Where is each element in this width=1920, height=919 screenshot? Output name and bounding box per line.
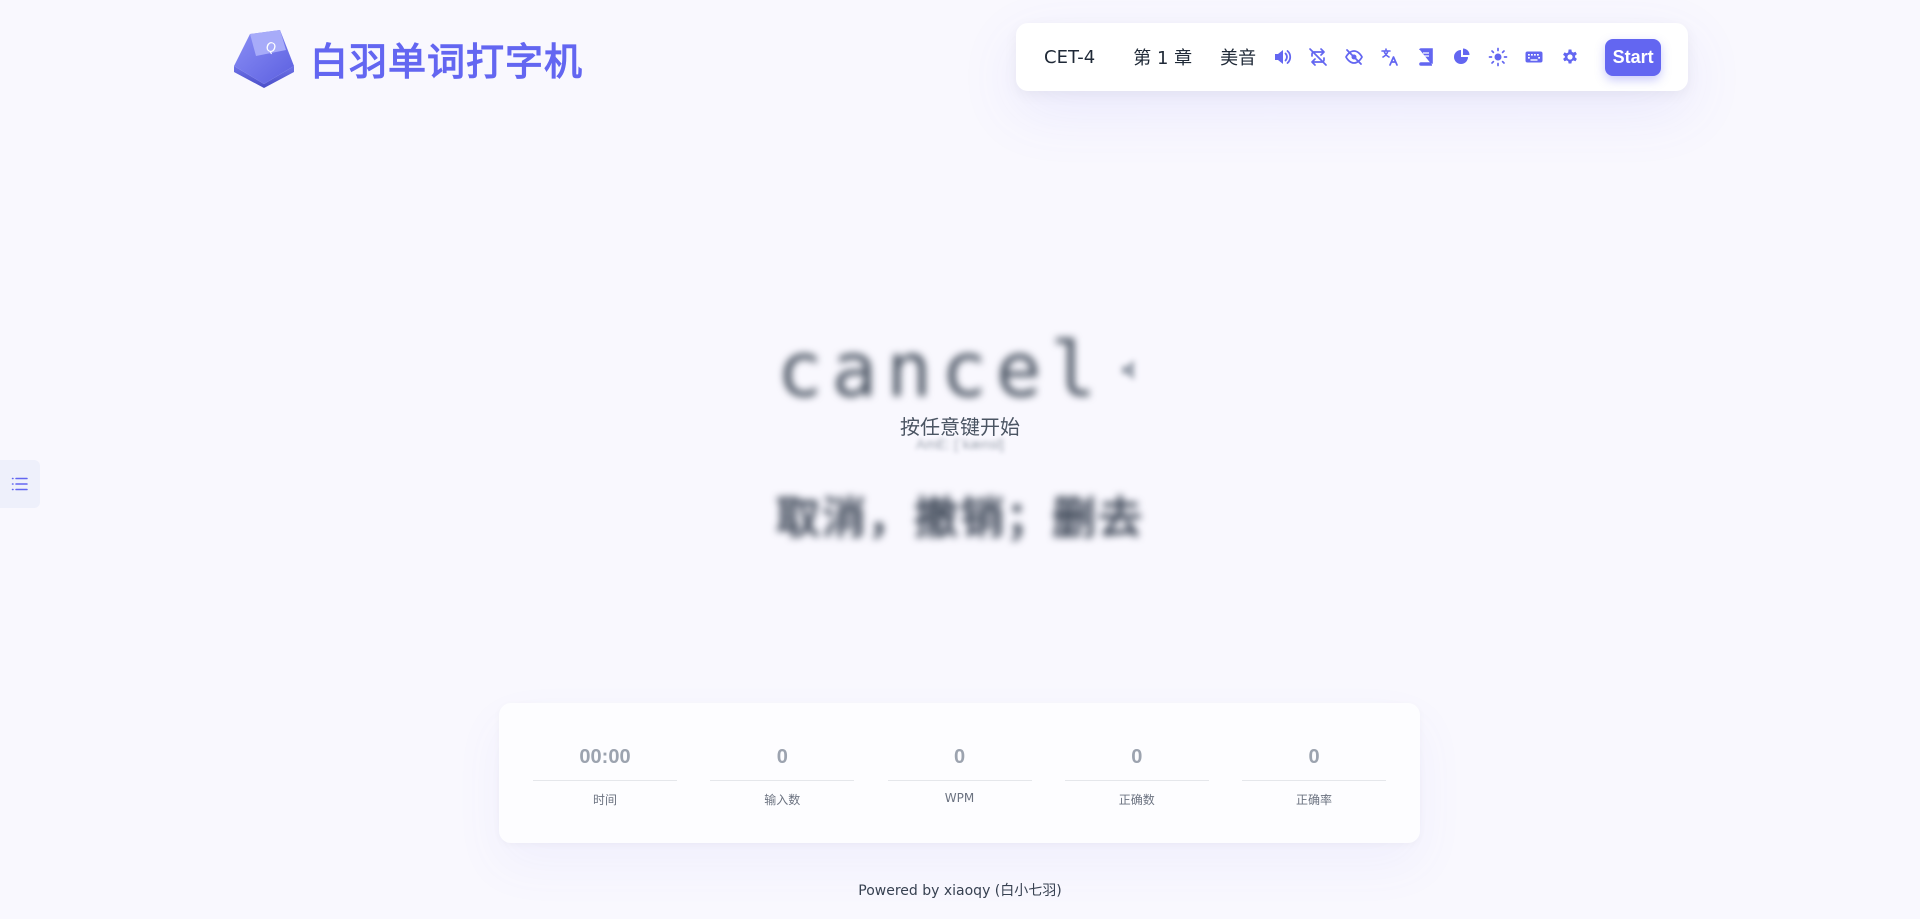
stats-card: 00:00 时间 0 输入数 0 WPM 0 正确数 0 正确率 (499, 703, 1420, 843)
eye-off-icon[interactable] (1344, 47, 1364, 67)
stat-value: 0 (1131, 746, 1143, 768)
stat-label: 正确数 (1118, 793, 1155, 807)
stat-value: 0 (776, 746, 788, 768)
start-button[interactable]: Start (1605, 38, 1661, 76)
stat-wpm: 0 WPM (887, 703, 1032, 843)
gear-icon[interactable] (1560, 47, 1580, 67)
page: Q 白羽单词打字机 CET-4 第 1 章 美音 Start cancel 按任… (0, 0, 1920, 919)
stat-label: 时间 (592, 793, 617, 807)
divider (710, 780, 855, 781)
app-logo[interactable]: Q 白羽单词打字机 (230, 28, 583, 88)
stat-label: 正确率 (1295, 793, 1332, 807)
chapter-selector[interactable]: 第 1 章 (1133, 44, 1192, 70)
dictionary-selector[interactable]: CET-4 (1044, 47, 1095, 68)
stat-label: WPM (944, 791, 975, 805)
stat-correct-count: 0 正确数 (1064, 703, 1209, 843)
keycap-logo-icon: Q (234, 30, 294, 88)
app-title: 白羽单词打字机 (310, 39, 584, 84)
stat-time: 00:00 时间 (533, 703, 677, 843)
stat-accuracy: 0 正确率 (1242, 703, 1386, 843)
volume-icon[interactable] (1272, 47, 1292, 67)
stat-value: 00:00 (579, 746, 631, 768)
pie-chart-icon[interactable] (1452, 47, 1472, 67)
loop-off-icon[interactable] (1308, 47, 1328, 67)
divider (1242, 780, 1386, 781)
current-word[interactable]: cancel (777, 325, 1106, 414)
pronounce-icon[interactable] (1119, 356, 1143, 384)
divider (1064, 780, 1209, 781)
divider (533, 780, 677, 781)
stat-value: 0 (1308, 746, 1320, 768)
stat-value: 0 (953, 746, 966, 768)
stat-label: 输入数 (764, 793, 801, 807)
sun-icon[interactable] (1488, 47, 1508, 67)
footer-credit[interactable]: Powered by xiaoqy (白小七羽) (0, 880, 1920, 900)
accent-selector[interactable]: 美音 (1220, 44, 1256, 70)
word-translation: 取消，撤销；删去 (776, 493, 1144, 544)
keyboard-icon[interactable] (1524, 47, 1544, 67)
stat-input-count: 0 输入数 (710, 703, 855, 843)
toolbar: CET-4 第 1 章 美音 Start (1016, 23, 1688, 91)
translate-icon[interactable] (1380, 47, 1400, 67)
book-icon[interactable] (1416, 47, 1436, 67)
phonetic: AmE: [ˈkænsl] (916, 436, 1004, 452)
divider (887, 780, 1032, 781)
